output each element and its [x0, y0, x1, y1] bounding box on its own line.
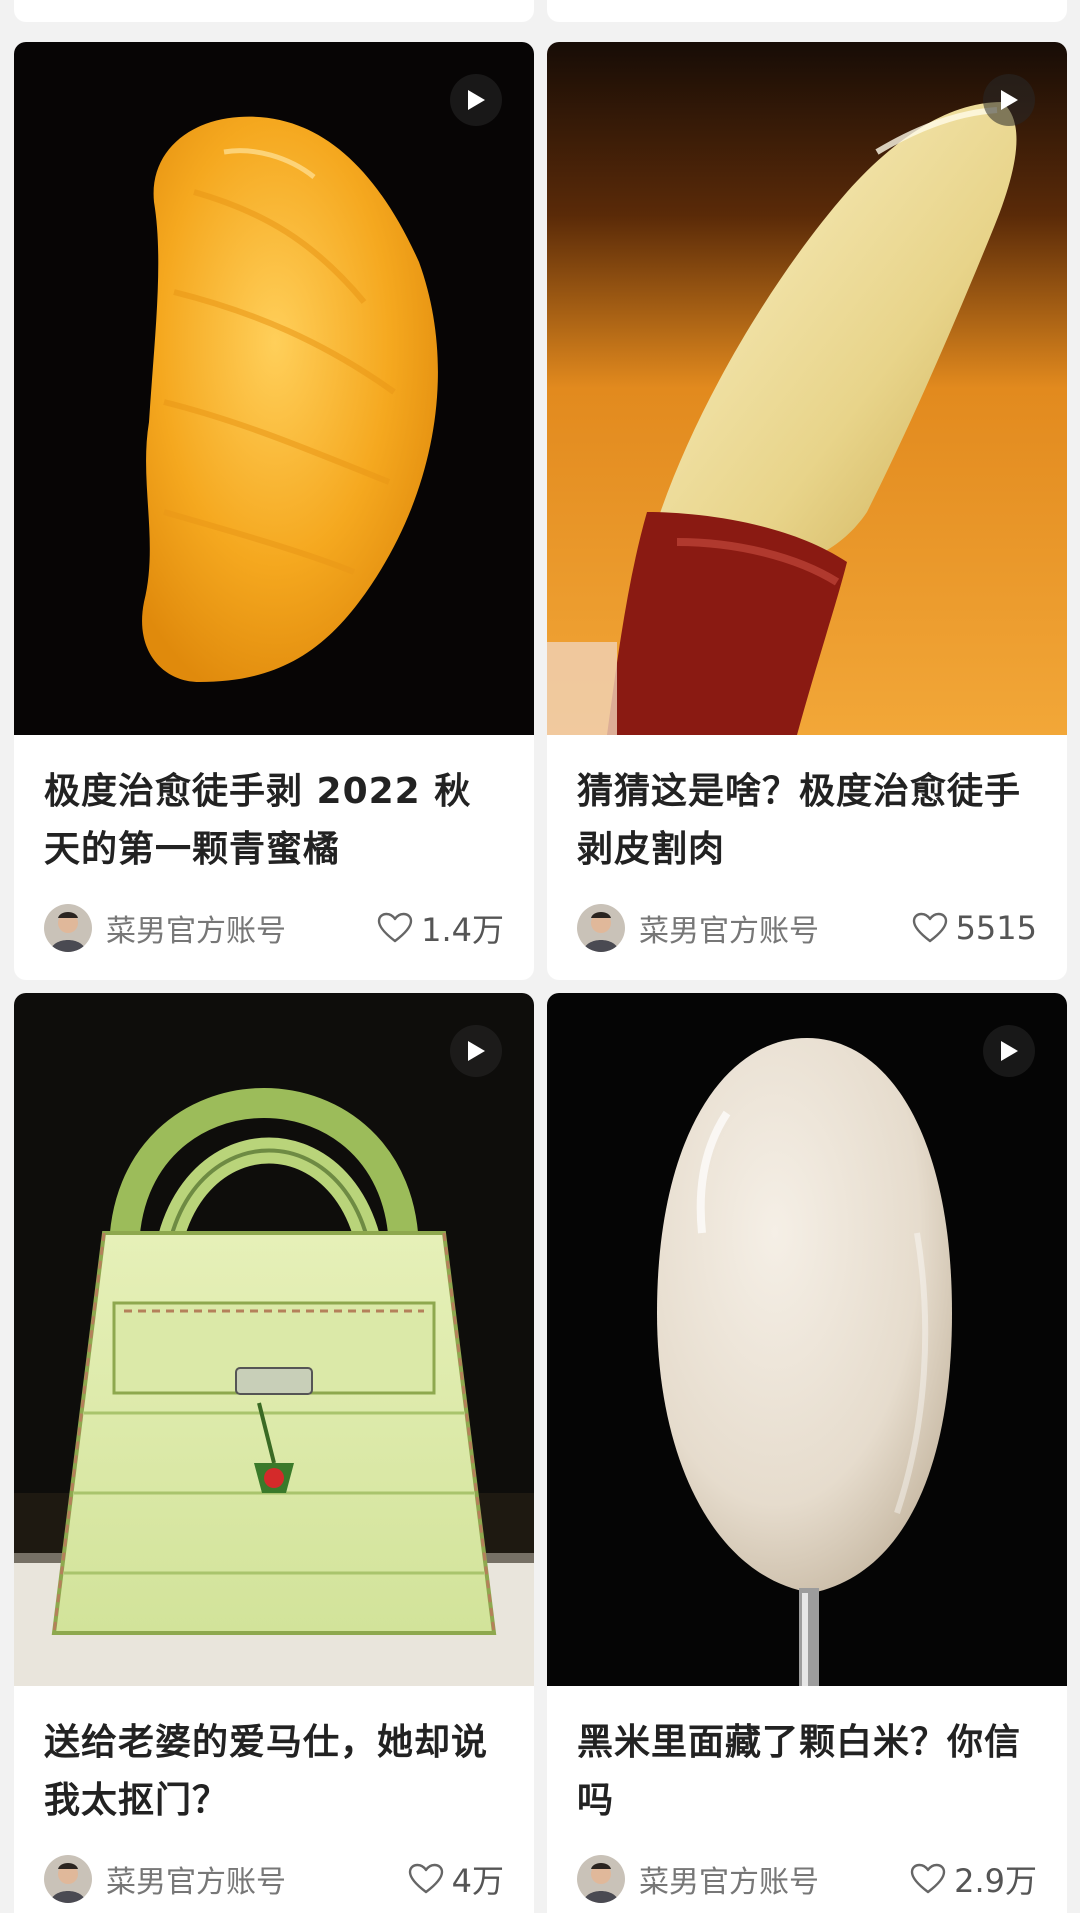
avatar[interactable]	[577, 904, 625, 952]
avatar[interactable]	[577, 1855, 625, 1903]
card-title[interactable]: 猜猜这是啥？极度治愈徒手剥皮割肉	[577, 763, 1037, 879]
card-title[interactable]: 送给老婆的爱马仕，她却说我太抠门？	[44, 1714, 504, 1830]
card-meta: 菜男官方账号 1.4万	[44, 893, 504, 963]
card-title[interactable]: 极度治愈徒手剥 2022 秋天的第一颗青蜜橘	[44, 763, 504, 879]
like-count: 1.4万	[421, 911, 504, 949]
author-name[interactable]: 菜男官方账号	[639, 1857, 910, 1901]
peeled-fruit-image	[547, 42, 1067, 735]
like-button[interactable]: 2.9万	[910, 1856, 1037, 1902]
video-card[interactable]: 黑米里面藏了颗白米？你信吗 菜男官方账号 2.9万	[547, 993, 1067, 1913]
cucumber-handbag-image	[14, 993, 534, 1686]
author-name[interactable]: 菜男官方账号	[639, 906, 912, 950]
avatar[interactable]	[44, 904, 92, 952]
card-meta: 菜男官方账号 2.9万	[577, 1844, 1037, 1913]
heart-outline-icon	[408, 1863, 443, 1894]
play-icon[interactable]	[450, 1025, 502, 1077]
play-icon[interactable]	[983, 74, 1035, 126]
feed-page: 极度治愈徒手剥 2022 秋天的第一颗青蜜橘 菜男官方账号 1.4万 猜猜这是啥…	[0, 0, 1080, 1913]
like-count: 2.9万	[954, 1862, 1037, 1900]
video-card[interactable]: 极度治愈徒手剥 2022 秋天的第一颗青蜜橘 菜男官方账号 1.4万	[14, 42, 534, 980]
like-count: 5515	[955, 909, 1037, 947]
video-thumbnail[interactable]	[14, 42, 534, 735]
previous-card-stub[interactable]	[14, 0, 534, 22]
video-card[interactable]: 猜猜这是啥？极度治愈徒手剥皮割肉 菜男官方账号 5515	[547, 42, 1067, 980]
like-button[interactable]: 5515	[912, 909, 1037, 947]
play-icon[interactable]	[983, 1025, 1035, 1077]
heart-outline-icon	[912, 912, 947, 943]
video-thumbnail[interactable]	[547, 42, 1067, 735]
previous-card-stub[interactable]	[547, 0, 1067, 22]
video-thumbnail[interactable]	[14, 993, 534, 1686]
author-name[interactable]: 菜男官方账号	[106, 1857, 408, 1901]
like-button[interactable]: 1.4万	[377, 905, 504, 951]
author-name[interactable]: 菜男官方账号	[106, 906, 377, 950]
video-card[interactable]: 送给老婆的爱马仕，她却说我太抠门？ 菜男官方账号 4万	[14, 993, 534, 1913]
like-button[interactable]: 4万	[408, 1856, 504, 1902]
video-thumbnail[interactable]	[547, 993, 1067, 1686]
card-title[interactable]: 黑米里面藏了颗白米？你信吗	[577, 1714, 1037, 1830]
heart-outline-icon	[910, 1863, 946, 1894]
card-meta: 菜男官方账号 5515	[577, 893, 1037, 963]
white-rice-grain-image	[547, 993, 1067, 1686]
play-icon[interactable]	[450, 74, 502, 126]
like-count: 4万	[451, 1862, 504, 1900]
heart-outline-icon	[377, 912, 413, 943]
orange-segment-image	[14, 42, 534, 735]
card-meta: 菜男官方账号 4万	[44, 1844, 504, 1913]
avatar[interactable]	[44, 1855, 92, 1903]
